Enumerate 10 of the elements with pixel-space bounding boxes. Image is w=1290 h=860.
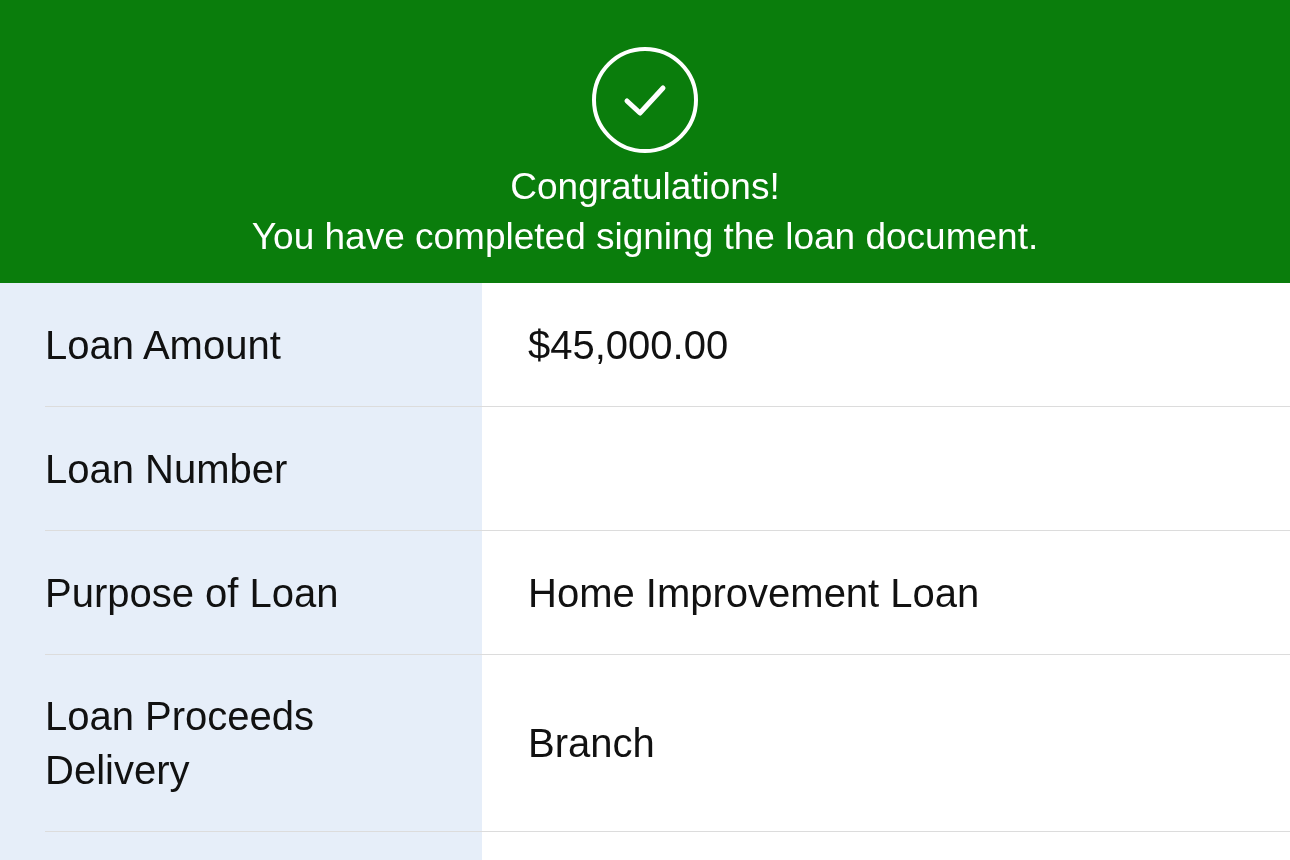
banner-message: You have completed signing the loan document. bbox=[251, 215, 1039, 259]
field-value: $45,000.00 bbox=[527, 321, 729, 369]
field-value: Home Improvement Loan bbox=[527, 569, 980, 617]
field-value: Branch bbox=[527, 720, 655, 767]
field-label: Loan Amount bbox=[45, 321, 282, 369]
checkmark-circle-icon bbox=[591, 46, 699, 154]
field-label: Loan Number bbox=[45, 445, 289, 493]
banner-title: Congratulations! bbox=[510, 165, 780, 209]
field-label: Purpose of Loan bbox=[45, 569, 340, 617]
field-label: Loan Proceeds Delivery bbox=[45, 693, 316, 794]
